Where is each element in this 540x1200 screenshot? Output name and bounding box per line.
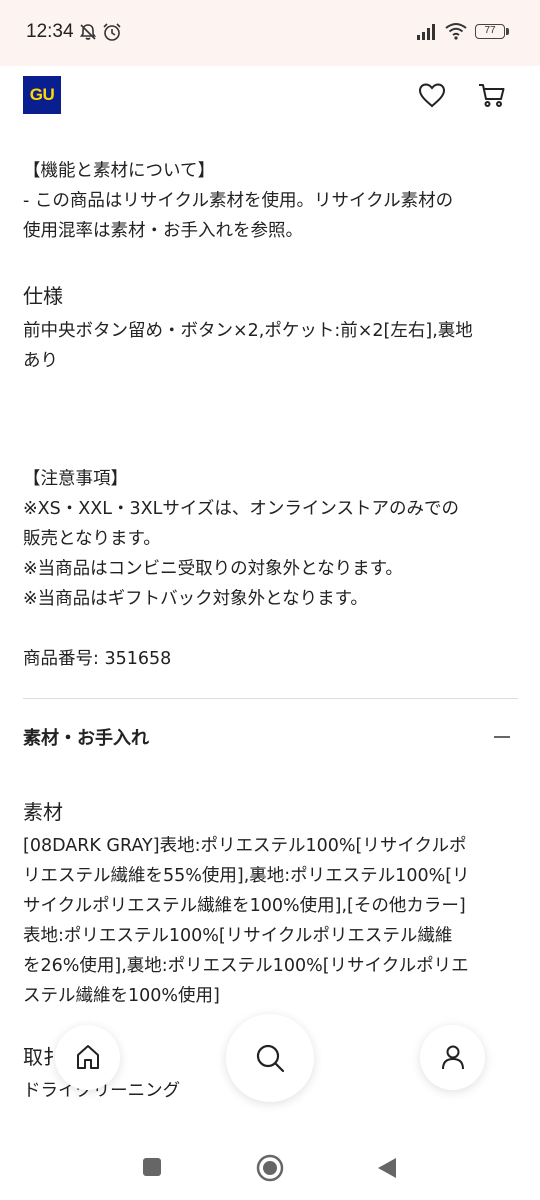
heart-icon: [418, 83, 446, 108]
material-text-6: ステル繊維を100%使用]: [23, 986, 220, 1006]
home-icon: [77, 1045, 99, 1069]
favorite-button[interactable]: [415, 78, 449, 112]
back-icon[interactable]: [376, 1156, 398, 1180]
home-button[interactable]: [55, 1025, 120, 1090]
gu-logo[interactable]: GU: [23, 76, 61, 114]
status-bar: 12:34 77: [0, 0, 540, 66]
notice-text-2: 販売となります。: [23, 529, 161, 549]
notice-text-3: ※当商品はコンビニ受取りの対象外となります。: [23, 559, 403, 579]
app-header: GU: [0, 66, 540, 130]
collapse-minus-icon: [494, 736, 510, 738]
section-divider: [23, 698, 518, 699]
notice-text-4: ※当商品はギフトバック対象外となります。: [23, 589, 368, 609]
search-icon: [256, 1044, 285, 1073]
notice-text-1: ※XS・XXL・3XLサイズは、オンラインストアのみでの: [23, 499, 459, 519]
user-icon: [442, 1045, 464, 1070]
battery-tip: [506, 28, 509, 35]
spec-text-1: 前中央ボタン留め・ボタン×2,ポケット:前×2[左右],裏地: [23, 321, 473, 341]
account-button[interactable]: [420, 1025, 485, 1090]
home-circle-icon[interactable]: [256, 1154, 284, 1182]
material-text-3: サイクルポリエステル繊維を100%使用],[その他カラー]: [23, 896, 466, 916]
signal-icon: [417, 24, 435, 40]
spec-heading: 仕様: [23, 284, 63, 308]
bell-muted-icon: [79, 24, 97, 40]
material-text-4: 表地:ポリエステル100%[リサイクルポリエステル繊維: [23, 926, 453, 946]
function-material-text-1: - この商品はリサイクル素材を使用。リサイクル素材の: [23, 191, 454, 211]
function-material-heading: 【機能と素材について】: [23, 161, 215, 181]
material-heading: 素材: [23, 800, 63, 824]
notice-heading: 【注意事項】: [23, 469, 128, 489]
cart-button[interactable]: [475, 78, 509, 112]
alarm-icon: [103, 23, 121, 41]
search-button[interactable]: [226, 1014, 314, 1102]
recents-icon[interactable]: [142, 1157, 162, 1177]
status-time: 12:34: [26, 21, 74, 42]
function-material-text-2: 使用混率は素材・お手入れを参照。: [23, 221, 303, 241]
spec-text-2: あり: [23, 351, 58, 371]
system-navigation-bar: [0, 1136, 540, 1200]
wifi-icon: [445, 23, 467, 40]
battery-level: 77: [484, 25, 496, 36]
material-text-2: リエステル繊維を55%使用],裏地:ポリエステル100%[リ: [23, 866, 470, 886]
material-text-1: [08DARK GRAY]表地:ポリエステル100%[リサイクルポ: [23, 836, 467, 856]
material-text-5: を26%使用],裏地:ポリエステル100%[リサイクルポリエ: [23, 956, 469, 976]
battery-icon: 77: [475, 24, 505, 39]
product-number: 商品番号: 351658: [23, 649, 172, 669]
material-care-accordion[interactable]: 素材・お手入れ: [23, 718, 518, 758]
accordion-title: 素材・お手入れ: [23, 728, 149, 749]
cart-icon: [479, 84, 505, 107]
